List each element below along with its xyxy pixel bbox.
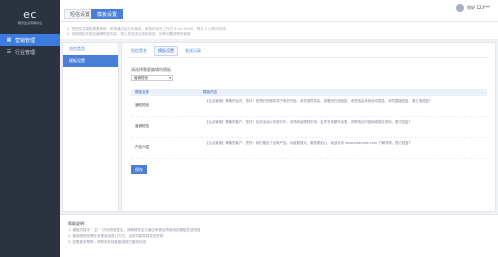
help-line: 3. 如需更多帮助，请联系在线客服或拨打服务热线 [68, 240, 146, 244]
form-label: 请选择需要编辑的模板 [131, 67, 171, 72]
user-name: 你好 123*** [467, 5, 490, 10]
left-item-template[interactable]: 模板设置 [63, 55, 118, 67]
template-select[interactable]: 营销短信 ▾ [131, 75, 173, 81]
subtab-template[interactable]: 模板设置 [154, 46, 178, 56]
list-icon: ☰ [6, 49, 12, 55]
row-content[interactable]: 【企点营销】尊敬的客户，您好！我们推出了全新产品，功能更强大，服务更贴心，欢迎访… [203, 138, 487, 149]
logo-mark: ec [23, 8, 37, 21]
save-button[interactable]: 保存 [131, 165, 147, 174]
logo: ec 腾讯企点营销平台 [0, 0, 60, 34]
chevron-down-icon: ▾ [169, 76, 171, 80]
subtabs: 短信签名 模板设置 发送记录 [127, 46, 205, 56]
divider [127, 57, 490, 58]
header-name: 模板名称 [135, 90, 149, 94]
sidebar-item-label: 营销管理 [15, 37, 36, 44]
grid-icon: ▦ [6, 37, 12, 43]
sidebar: ec 腾讯企点营销平台 ▦ 营销管理 ☰ 行业管理 [0, 0, 60, 257]
logo-text: 腾讯企点营销平台 [17, 21, 42, 25]
notice-banner: 1. 短信签名模板需要审核，审核通过后方可使用，审核时间为工作日 9:00-18… [60, 22, 498, 40]
left-item-sms-type[interactable]: 短信类型 [63, 43, 118, 55]
help-section: 帮助说明： 1. 模板内容中 "【】" 内为短信签名，请确保签名已通过审核后再使… [60, 214, 498, 257]
table-row: 产品介绍 【企点营销】尊敬的客户，您好！我们推出了全新产品，功能更强大，服务更贴… [131, 138, 487, 159]
template-table: 模板名称 模板内容 通知短信 【企点营销】尊敬的会员，您好！您预约的服务将于明天… [131, 89, 487, 159]
subtab-send-log[interactable]: 发送记录 [181, 46, 205, 56]
table-row: 通知短信 【企点营销】尊敬的会员，您好！您预约的服务将于明天开始，请您准时到店，… [131, 96, 487, 117]
notice-line: 2. 请按照相关规定编辑短信内容，禁止发送违法违规信息，如有问题请联系客服 [67, 32, 191, 36]
row-content[interactable]: 【企点营销】尊敬的会员，您好！您预约的服务将于明天开始，请您准时到店，如需改约请… [203, 96, 487, 107]
row-name: 通知短信 [135, 103, 149, 107]
user-menu[interactable]: 你好 123*** [456, 4, 490, 12]
top-bar: 短信设置 模板设置 你好 123*** [60, 0, 498, 22]
tab-template-settings[interactable]: 模板设置 [91, 9, 124, 19]
header-content: 模板内容 [203, 90, 217, 94]
row-name: 产品介绍 [135, 145, 149, 149]
table-row: 营销短信 【企点营销】尊敬的客户，您好！店庆活动火热进行中，全场商品限时折扣，会… [131, 117, 487, 138]
row-content[interactable]: 【企点营销】尊敬的客户，您好！店庆活动火热进行中，全场商品限时折扣，会员专享额外… [203, 117, 487, 128]
main-panel: 短信签名 模板设置 发送记录 请选择需要编辑的模板 营销短信 ▾ 模板名称 模板… [121, 42, 496, 212]
row-name: 营销短信 [135, 124, 149, 128]
sidebar-item-marketing[interactable]: ▦ 营销管理 [0, 34, 60, 46]
subtab-signature[interactable]: 短信签名 [127, 46, 151, 56]
select-value: 营销短信 [134, 76, 148, 80]
avatar [456, 4, 465, 12]
sidebar-item-label: 行业管理 [15, 49, 36, 56]
table-header: 模板名称 模板内容 [131, 89, 487, 96]
sidebar-item-industry[interactable]: ☰ 行业管理 [0, 46, 60, 58]
left-panel: 短信类型 模板设置 [62, 42, 119, 212]
